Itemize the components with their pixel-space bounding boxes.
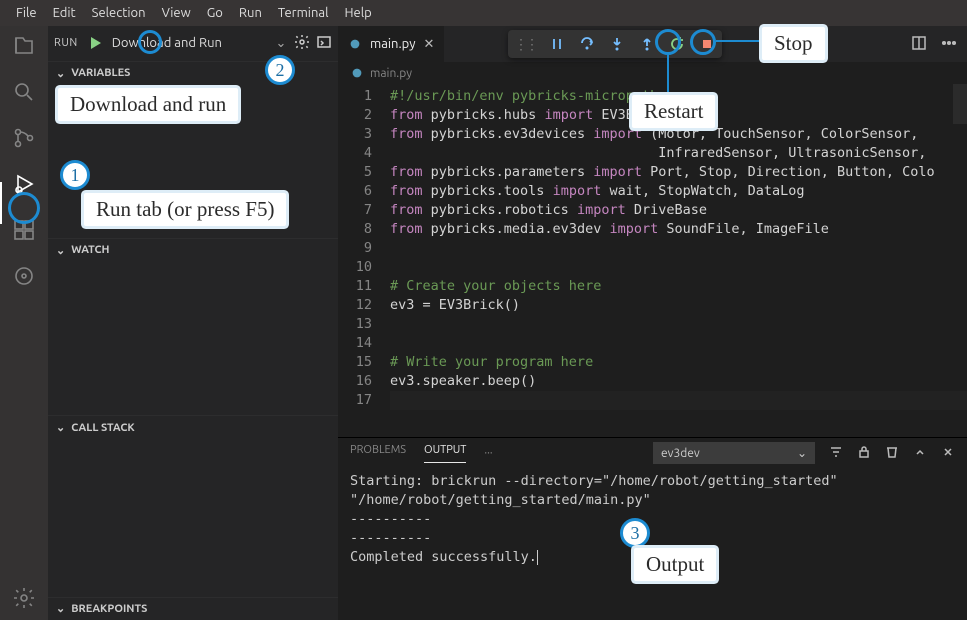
annotation-badge-2: 2 xyxy=(265,55,295,85)
menu-help[interactable]: Help xyxy=(336,6,379,20)
tab-label: main.py xyxy=(370,37,416,51)
gear-icon[interactable] xyxy=(294,34,310,53)
chevron-down-icon: ⌄ xyxy=(56,602,65,615)
annotation-badge-1: 1 xyxy=(60,160,90,190)
chevron-down-icon: ⌄ xyxy=(797,446,807,460)
annotation-connector xyxy=(716,40,760,42)
more-icon[interactable] xyxy=(941,35,957,54)
ev3-icon[interactable] xyxy=(12,264,36,288)
chevron-down-icon: ⌄ xyxy=(56,67,65,80)
restart-button[interactable] xyxy=(668,35,686,53)
start-debug-button[interactable] xyxy=(84,32,106,54)
python-file-icon xyxy=(348,37,362,51)
menu-run[interactable]: Run xyxy=(231,6,270,20)
run-debug-icon[interactable] xyxy=(12,172,36,196)
watch-body xyxy=(48,261,338,415)
chevron-down-icon: ⌄ xyxy=(56,421,65,434)
clear-icon[interactable] xyxy=(885,445,899,462)
problems-tab[interactable]: PROBLEMS xyxy=(350,444,406,462)
tab-main-py[interactable]: main.py ✕ xyxy=(338,26,444,62)
extensions-icon[interactable] xyxy=(12,218,36,242)
section-label: WATCH xyxy=(71,244,109,256)
search-icon[interactable] xyxy=(12,80,36,104)
debug-console-icon[interactable] xyxy=(316,34,332,53)
close-panel-icon[interactable] xyxy=(941,445,955,462)
annotation-callout-2: Download and run xyxy=(58,88,238,121)
step-out-button[interactable] xyxy=(638,35,656,53)
code-editor[interactable]: 1234567891011121314151617 #!/usr/bin/env… xyxy=(338,84,967,437)
active-indicator xyxy=(0,182,2,224)
filter-icon[interactable] xyxy=(829,445,843,462)
section-watch[interactable]: ⌄ WATCH xyxy=(48,238,338,261)
cursor xyxy=(537,550,538,565)
annotation-callout-stop: Stop xyxy=(762,27,825,60)
activity-bar xyxy=(0,26,48,620)
more-tabs-icon[interactable]: ··· xyxy=(484,447,492,459)
stop-button[interactable] xyxy=(698,35,716,53)
output-text: Starting: brickrun --directory="/home/ro… xyxy=(350,473,846,565)
section-breakpoints[interactable]: ⌄ BREAKPOINTS xyxy=(48,597,338,620)
menubar[interactable]: FileEditSelectionViewGoRunTerminalHelp xyxy=(0,0,967,26)
bottom-panel: PROBLEMS OUTPUT ··· ev3dev ⌄ Starting: b… xyxy=(338,437,967,620)
drag-handle-icon[interactable]: ⋮⋮ xyxy=(514,36,536,53)
settings-icon[interactable] xyxy=(12,586,36,610)
annotation-callout-1: Run tab (or press F5) xyxy=(84,193,286,226)
menu-go[interactable]: Go xyxy=(199,6,231,20)
output-channel-select[interactable]: ev3dev ⌄ xyxy=(653,442,815,464)
close-tab-icon[interactable]: ✕ xyxy=(424,37,435,52)
section-label: VARIABLES xyxy=(71,67,130,79)
minimap[interactable] xyxy=(953,84,967,124)
explorer-icon[interactable] xyxy=(12,34,36,58)
output-body[interactable]: Starting: brickrun --directory="/home/ro… xyxy=(338,468,967,620)
code-content[interactable]: #!/usr/bin/env pybricks-micropythonfrom … xyxy=(390,84,967,437)
annotation-badge-3: 3 xyxy=(620,518,650,548)
source-control-icon[interactable] xyxy=(12,126,36,150)
output-tab[interactable]: OUTPUT xyxy=(424,444,466,463)
run-header: RUN Download and Run ⌄ xyxy=(48,26,338,61)
chevron-up-icon[interactable] xyxy=(913,445,927,462)
section-callstack[interactable]: ⌄ CALL STACK xyxy=(48,415,338,438)
section-label: CALL STACK xyxy=(71,422,134,434)
menu-edit[interactable]: Edit xyxy=(45,6,84,20)
menu-file[interactable]: File xyxy=(8,6,45,20)
run-config-name[interactable]: Download and Run xyxy=(112,36,268,50)
panel-tabs: PROBLEMS OUTPUT ··· ev3dev ⌄ xyxy=(338,438,967,468)
callstack-body xyxy=(48,439,338,597)
debug-toolbar[interactable]: ⋮⋮ xyxy=(508,30,722,58)
menu-view[interactable]: View xyxy=(154,6,199,20)
config-dropdown-icon[interactable]: ⌄ xyxy=(274,36,288,51)
pause-button[interactable] xyxy=(548,35,566,53)
lock-icon[interactable] xyxy=(857,445,871,462)
annotation-callout-restart: Restart xyxy=(632,95,715,128)
annotation-callout-3: Output xyxy=(634,548,716,581)
step-into-button[interactable] xyxy=(608,35,626,53)
split-editor-icon[interactable] xyxy=(911,35,927,54)
line-gutter: 1234567891011121314151617 xyxy=(338,84,390,437)
menu-terminal[interactable]: Terminal xyxy=(270,6,337,20)
channel-label: ev3dev xyxy=(661,447,700,460)
section-label: BREAKPOINTS xyxy=(71,603,147,615)
chevron-down-icon: ⌄ xyxy=(56,244,65,257)
annotation-connector xyxy=(667,55,669,93)
breadcrumb[interactable]: main.py xyxy=(338,62,967,84)
python-file-icon xyxy=(350,66,364,80)
menu-selection[interactable]: Selection xyxy=(84,6,154,20)
step-over-button[interactable] xyxy=(578,35,596,53)
breadcrumb-label: main.py xyxy=(370,67,412,80)
run-label: RUN xyxy=(54,37,78,49)
